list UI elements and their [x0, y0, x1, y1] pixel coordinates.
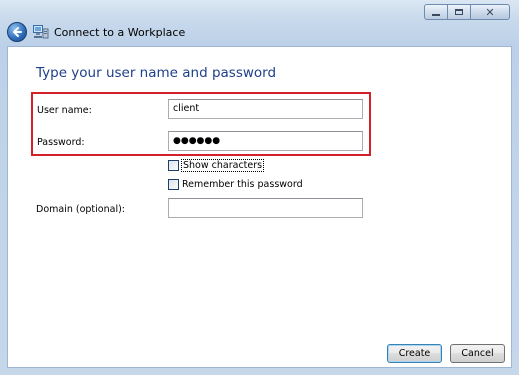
- minimize-icon: [432, 13, 440, 16]
- back-button[interactable]: [7, 22, 27, 42]
- back-arrow-icon: [13, 27, 22, 37]
- username-value: client: [173, 103, 200, 114]
- cancel-button[interactable]: Cancel: [450, 344, 505, 363]
- close-icon: ✕: [485, 5, 495, 19]
- password-input[interactable]: ●●●●●●: [168, 131, 363, 151]
- show-characters-checkbox[interactable]: [168, 160, 179, 171]
- remember-password-checkbox[interactable]: [168, 179, 179, 190]
- minimize-button[interactable]: [424, 4, 448, 20]
- content-panel: Type your user name and password User na…: [7, 46, 512, 368]
- password-value: ●●●●●●: [173, 136, 221, 146]
- password-label: Password:: [37, 137, 85, 148]
- maximize-icon: [455, 9, 463, 15]
- show-characters-label[interactable]: Show characters: [180, 159, 265, 172]
- domain-label: Domain (optional):: [36, 204, 125, 215]
- maximize-button[interactable]: [447, 4, 471, 20]
- remember-password-label[interactable]: Remember this password: [182, 179, 303, 190]
- domain-input[interactable]: [168, 198, 363, 218]
- create-button[interactable]: Create: [387, 344, 442, 363]
- workplace-network-icon: [33, 25, 49, 39]
- remember-password-row[interactable]: Remember this password: [168, 178, 303, 191]
- window-controls: ✕: [424, 4, 510, 20]
- close-button[interactable]: ✕: [470, 4, 510, 20]
- dialog-window: ✕ Connect to a Workplace Type your user …: [0, 0, 519, 375]
- username-input[interactable]: client: [168, 99, 363, 119]
- username-label: User name:: [37, 105, 92, 116]
- show-characters-row[interactable]: Show characters: [168, 159, 265, 172]
- window-title: Connect to a Workplace: [54, 26, 186, 39]
- page-heading: Type your user name and password: [36, 65, 277, 81]
